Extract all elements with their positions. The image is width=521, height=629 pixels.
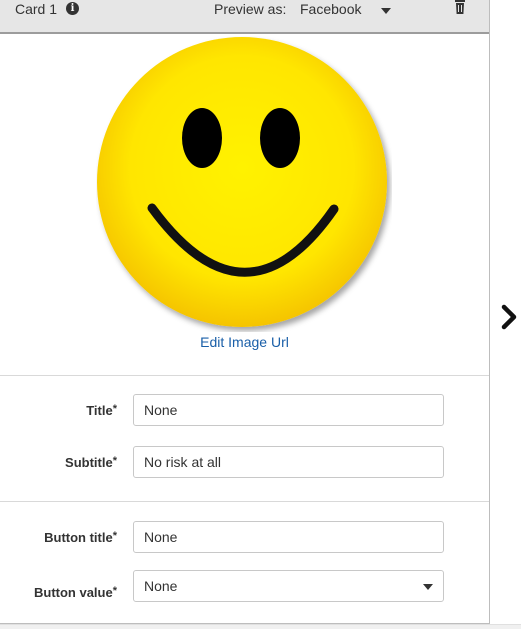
card-panel: Card 1 i Preview as: Facebook Edit Image… <box>0 0 490 624</box>
preview-platform-select[interactable]: Facebook <box>300 0 400 23</box>
title-label: Title* <box>86 403 117 418</box>
subtitle-required-mark: * <box>112 455 117 467</box>
title-subtitle-section: Title* None Subtitle* No risk at all <box>0 377 489 502</box>
button-value-label-text: Button value <box>33 585 113 600</box>
card-image-area: Edit Image Url <box>0 34 489 376</box>
info-icon[interactable]: i <box>66 2 79 15</box>
button-value-label: Button value* <box>34 585 117 600</box>
button-value-selected: None <box>144 578 178 594</box>
delete-card-button[interactable] <box>452 0 468 15</box>
stage: Card 1 i Preview as: Facebook Edit Image… <box>0 0 521 629</box>
button-section: Button title* None Button value* None <box>0 503 489 625</box>
title-required-mark: * <box>112 403 117 415</box>
subtitle-input[interactable]: No risk at all <box>133 446 444 478</box>
button-value-required-mark: * <box>112 585 117 597</box>
title-label-text: Title <box>86 403 113 418</box>
button-title-input[interactable]: None <box>133 521 444 553</box>
smiley-face-image <box>97 37 387 327</box>
trash-icon <box>455 0 465 14</box>
card-header: Card 1 i Preview as: Facebook <box>0 0 489 34</box>
button-title-required-mark: * <box>112 530 117 542</box>
next-card-button[interactable] <box>500 304 520 330</box>
edit-image-url-link[interactable]: Edit Image Url <box>0 334 489 350</box>
caret-down-icon <box>381 8 391 14</box>
title-input[interactable]: None <box>133 394 444 426</box>
preview-platform-value: Facebook <box>300 1 362 17</box>
subtitle-label-text: Subtitle <box>65 455 113 470</box>
chevron-right-icon <box>501 304 517 330</box>
caret-down-icon <box>423 584 433 590</box>
bottom-strip <box>0 624 521 629</box>
button-title-label: Button title* <box>44 530 117 545</box>
preview-label: Preview as: <box>214 1 287 17</box>
subtitle-label: Subtitle* <box>65 455 117 470</box>
button-value-select[interactable]: None <box>133 570 444 602</box>
button-title-label-text: Button title <box>44 530 113 545</box>
card-title: Card 1 <box>15 1 58 17</box>
